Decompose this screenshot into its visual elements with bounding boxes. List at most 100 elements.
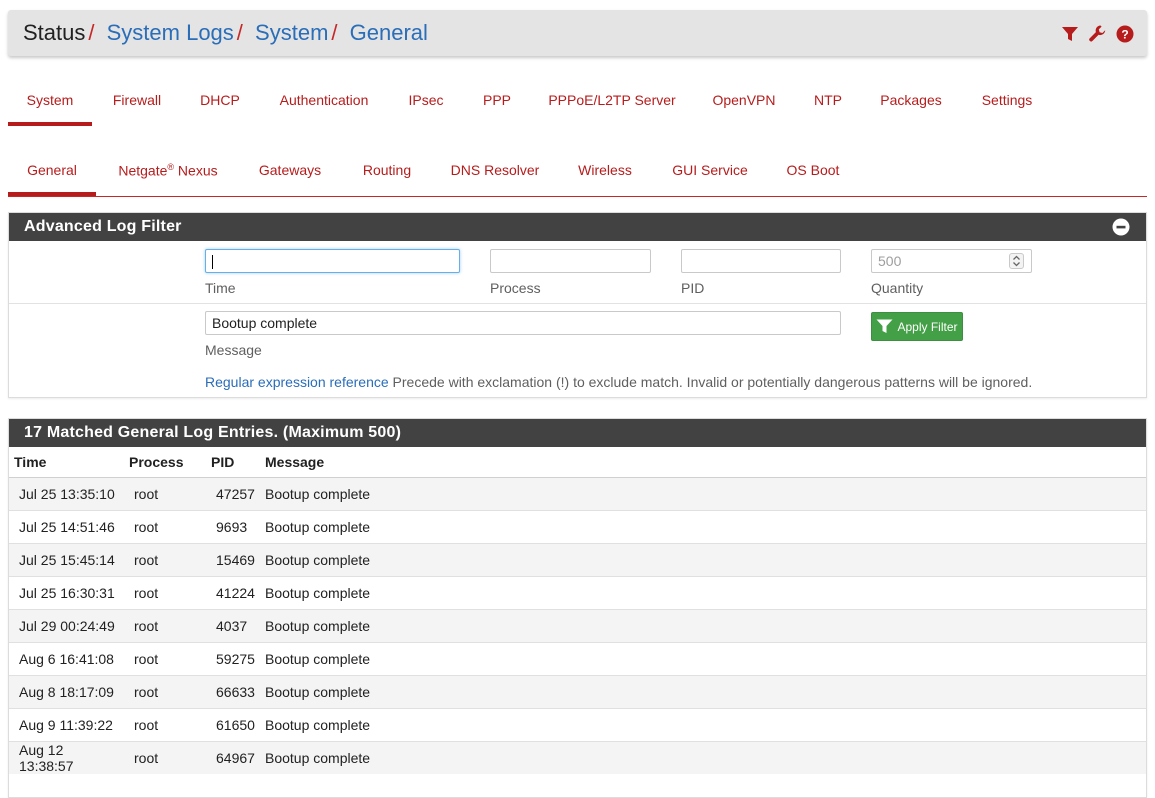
stepper-arrows-icon: [1013, 255, 1020, 267]
log-table: Time Process PID Message Jul 25 13:35:10…: [9, 447, 1146, 774]
tab-authentication[interactable]: Authentication: [268, 80, 380, 126]
log-time: Aug 8 18:17:09: [9, 674, 124, 708]
tab-settings[interactable]: Settings: [972, 80, 1042, 126]
log-pid: 64967: [206, 740, 260, 774]
regex-reference-link[interactable]: Regular expression reference: [205, 374, 389, 390]
breadcrumb-system[interactable]: System: [255, 20, 328, 45]
pid-label: PID: [681, 280, 705, 296]
time-label: Time: [205, 280, 236, 296]
log-message: Bootup complete: [260, 542, 1146, 576]
log-time: Jul 25 14:51:46: [9, 509, 124, 543]
svg-text:?: ?: [1121, 27, 1128, 41]
subtab-os-boot[interactable]: OS Boot: [778, 150, 848, 196]
tab-openvpn[interactable]: OpenVPN: [704, 80, 784, 126]
log-message: Bootup complete: [260, 608, 1146, 642]
breadcrumb-general[interactable]: General: [350, 20, 428, 45]
log-panel-header: 17 Matched General Log Entries. (Maximum…: [9, 419, 1146, 447]
log-process: root: [124, 707, 206, 741]
subtab-netgate-nexus[interactable]: Netgate® Nexus: [108, 150, 228, 196]
log-pid: 47257: [206, 476, 260, 510]
help-icon[interactable]: ?: [1116, 25, 1134, 43]
breadcrumb-system-logs[interactable]: System Logs: [107, 20, 234, 45]
tab-system[interactable]: System: [8, 80, 92, 126]
filter-panel-header: Advanced Log Filter: [9, 213, 1146, 241]
column-process[interactable]: Process: [124, 447, 206, 478]
tab-dhcp[interactable]: DHCP: [190, 80, 250, 126]
log-message: Bootup complete: [260, 641, 1146, 675]
table-row: Jul 25 13:35:10 root 47257 Bootup complete: [9, 476, 1146, 510]
quantity-placeholder: 500: [878, 253, 902, 269]
pid-input[interactable]: [681, 249, 841, 273]
log-pid: 59275: [206, 641, 260, 675]
message-input[interactable]: Bootup complete: [205, 311, 841, 335]
wrench-icon[interactable]: [1088, 24, 1107, 43]
tab-ntp[interactable]: NTP: [806, 80, 850, 126]
process-input[interactable]: [490, 249, 651, 273]
subtab-gateways[interactable]: Gateways: [248, 150, 332, 196]
table-row: Jul 25 16:30:31 root 41224 Bootup complete: [9, 575, 1146, 609]
table-row: Jul 25 15:45:14 root 15469 Bootup complete: [9, 542, 1146, 576]
log-message: Bootup complete: [260, 575, 1146, 609]
breadcrumb-separator: /: [236, 20, 243, 45]
table-row: Aug 9 11:39:22 root 61650 Bootup complete: [9, 707, 1146, 741]
column-pid[interactable]: PID: [206, 447, 260, 478]
subtab-dns-resolver[interactable]: DNS Resolver: [444, 150, 546, 196]
log-pid: 9693: [206, 509, 260, 543]
time-input[interactable]: [205, 249, 460, 273]
apply-filter-label: Apply Filter: [897, 319, 958, 334]
header-icons: ?: [1061, 24, 1134, 43]
log-process: root: [124, 641, 206, 675]
subtab-gui-service[interactable]: GUI Service: [666, 150, 754, 196]
log-time: Jul 25 16:30:31: [9, 575, 124, 609]
log-table-header: Time Process PID Message: [9, 447, 1146, 478]
log-message: Bootup complete: [260, 674, 1146, 708]
log-process: root: [124, 476, 206, 510]
log-entries-panel: 17 Matched General Log Entries. (Maximum…: [8, 418, 1147, 798]
filter-row-message: Bootup complete Message Apply Filter Reg…: [9, 304, 1146, 397]
log-process: root: [124, 542, 206, 576]
tab-ppp[interactable]: PPP: [475, 80, 519, 126]
log-time: Jul 29 00:24:49: [9, 608, 124, 642]
log-pid: 4037: [206, 608, 260, 642]
log-time: Aug 6 16:41:08: [9, 641, 124, 675]
log-time: Jul 25 13:35:10: [9, 476, 124, 510]
log-pid: 66633: [206, 674, 260, 708]
subtab-routing[interactable]: Routing: [354, 150, 420, 196]
tab-ipsec[interactable]: IPsec: [398, 80, 454, 126]
log-table-body: Jul 25 13:35:10 root 47257 Bootup complete J…: [9, 476, 1146, 774]
process-label: Process: [490, 280, 541, 296]
log-time: Aug 12 13:38:57: [9, 740, 124, 774]
quantity-label: Quantity: [871, 280, 924, 296]
log-pid: 61650: [206, 707, 260, 741]
table-row: Jul 29 00:24:49 root 4037 Bootup complete: [9, 608, 1146, 642]
log-pid: 15469: [206, 542, 260, 576]
collapse-icon[interactable]: [1112, 218, 1130, 236]
advanced-log-filter-panel: Advanced Log Filter Time Process PID 500…: [8, 212, 1147, 398]
tab-pppoe-l2tp-server[interactable]: PPPoE/L2TP Server: [540, 80, 684, 126]
breadcrumb-separator: /: [88, 20, 95, 45]
filter-icon: [876, 319, 893, 333]
breadcrumb-root: Status: [23, 20, 86, 45]
quantity-stepper[interactable]: [1009, 253, 1024, 269]
apply-filter-button[interactable]: Apply Filter: [871, 312, 963, 341]
regex-hint-text: Precede with exclamation (!) to exclude …: [388, 374, 1033, 390]
table-row: Aug 12 13:38:57 root 64967 Bootup complete: [9, 740, 1146, 774]
tab-packages[interactable]: Packages: [870, 80, 952, 126]
log-process: root: [124, 674, 206, 708]
log-pid: 41224: [206, 575, 260, 609]
table-row: Aug 8 18:17:09 root 66633 Bootup complete: [9, 674, 1146, 708]
subtab-nexus-label: Nexus: [174, 162, 218, 179]
log-message: Bootup complete: [260, 509, 1146, 543]
table-row: Aug 6 16:41:08 root 59275 Bootup complete: [9, 641, 1146, 675]
column-message[interactable]: Message: [260, 447, 1146, 478]
tab-firewall[interactable]: Firewall: [98, 80, 176, 126]
quantity-input[interactable]: 500: [871, 249, 1032, 273]
subtab-wireless[interactable]: Wireless: [568, 150, 642, 196]
filter-icon[interactable]: [1061, 25, 1079, 43]
log-time: Jul 25 15:45:14: [9, 542, 124, 576]
breadcrumb-bar: Status / System Logs / System / General ?: [8, 10, 1147, 56]
subtab-general[interactable]: General: [8, 150, 96, 196]
column-time[interactable]: Time: [9, 447, 124, 478]
message-label: Message: [205, 342, 262, 358]
log-process: root: [124, 740, 206, 774]
